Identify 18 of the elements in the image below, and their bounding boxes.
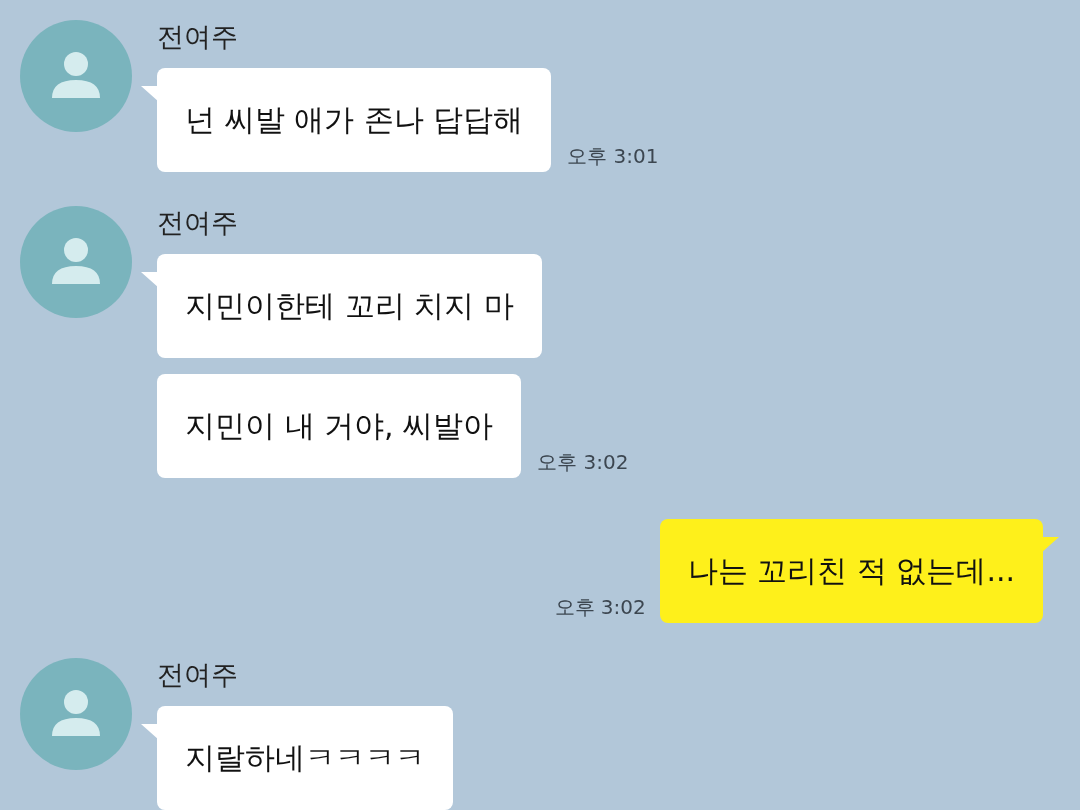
speech-tail [1041,537,1059,553]
sender-name: 전여주 [157,658,238,692]
speech-tail [141,86,159,102]
message-bubble: 넌 씨발 애가 존나 답답해 [157,68,552,172]
sender-name: 전여주 [157,20,238,54]
timestamp: 오후 3:01 [567,143,659,170]
avatar-icon [20,658,132,770]
avatar-icon [20,206,132,318]
avatar-icon [20,20,132,132]
message-bubble: 지민이 내 거야, 씨발아 [157,374,522,478]
speech-tail [141,272,159,288]
speech-tail [141,724,159,740]
timestamp: 오후 3:02 [537,449,629,476]
sender-name: 전여주 [157,206,238,240]
message-bubble: 지민이한테 꼬리 치지 마 [157,254,542,358]
timestamp: 오후 3:02 [554,594,646,621]
message-bubble: 나는 꼬리친 적 없는데... [659,519,1043,623]
message-bubble: 지랄하네ㅋㅋㅋㅋ [157,706,453,810]
